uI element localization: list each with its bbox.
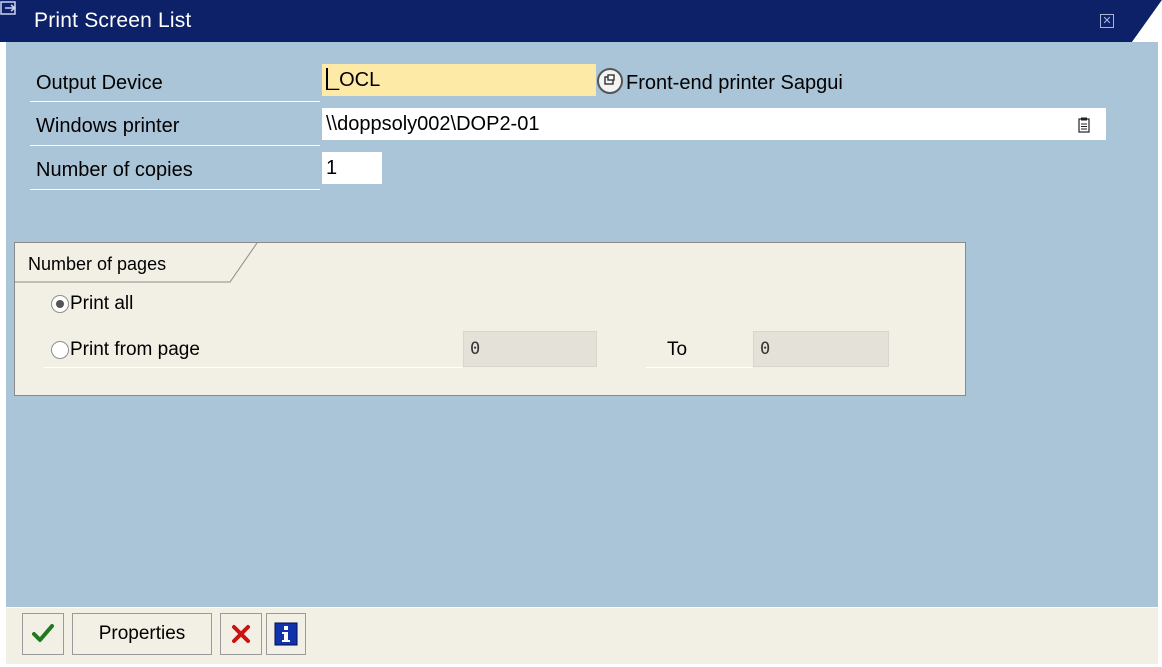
radio-selected-dot <box>56 300 64 308</box>
output-device-description: Front-end printer Sapgui <box>626 72 843 94</box>
from-page-input[interactable]: 0 <box>463 331 597 367</box>
print-from-page-label: Print from page <box>70 339 200 360</box>
number-of-copies-input[interactable]: 1 <box>322 152 382 184</box>
continue-button[interactable] <box>22 613 64 655</box>
properties-button[interactable]: Properties <box>72 613 212 655</box>
close-icon[interactable]: ✕ <box>1100 14 1114 28</box>
label-underline <box>30 189 320 190</box>
windows-printer-input[interactable]: \\doppsoly002\DOP2-01 <box>322 108 1106 140</box>
value-help-glyph <box>604 74 615 85</box>
label-underline <box>44 367 462 368</box>
to-page-input[interactable]: 0 <box>753 331 889 367</box>
print-dialog-icon <box>0 1 17 15</box>
print-screen-list-dialog: Print Screen List ✕ Output Device _OCL F… <box>0 0 1162 667</box>
number-of-copies-label: Number of copies <box>36 159 193 181</box>
print-all-label: Print all <box>70 293 134 314</box>
output-device-label: Output Device <box>36 72 163 94</box>
label-underline <box>646 367 752 368</box>
number-of-copies-value: 1 <box>326 157 338 179</box>
output-device-value: _OCL <box>328 69 381 91</box>
to-label: To <box>667 339 688 360</box>
output-device-input[interactable]: _OCL <box>322 64 596 96</box>
number-of-pages-title: Number of pages <box>28 254 167 274</box>
clipboard-icon[interactable] <box>1078 117 1090 133</box>
value-help-icon[interactable] <box>597 68 623 94</box>
print-all-radio[interactable] <box>51 295 69 313</box>
cancel-x-icon <box>232 625 250 643</box>
title-bar: Print Screen List ✕ <box>0 0 1162 42</box>
properties-label: Properties <box>98 623 186 644</box>
dialog-title: Print Screen List <box>34 9 192 32</box>
to-page-value: 0 <box>760 339 771 359</box>
cancel-button[interactable] <box>220 613 262 655</box>
info-icon <box>274 622 298 646</box>
print-from-page-radio[interactable] <box>51 341 69 359</box>
info-button[interactable] <box>266 613 306 655</box>
windows-printer-label: Windows printer <box>36 115 180 137</box>
label-underline <box>30 145 320 146</box>
windows-printer-value: \\doppsoly002\DOP2-01 <box>326 113 540 135</box>
label-underline <box>30 101 320 102</box>
from-page-value: 0 <box>470 339 481 359</box>
checkmark-icon <box>32 624 54 642</box>
